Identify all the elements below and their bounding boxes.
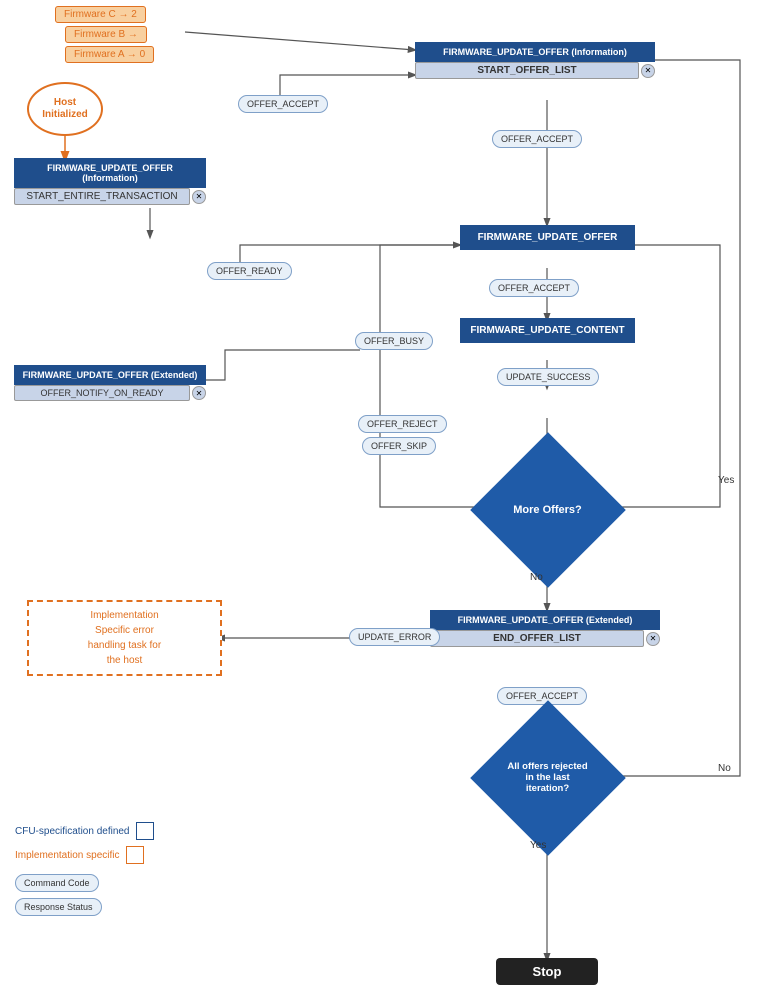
legend-cfu: CFU-specification defined [15, 822, 154, 840]
more-offers-diamond: More Offers? [490, 452, 605, 567]
end-offer-top: FIRMWARE_UPDATE_OFFER (Extended) [430, 610, 660, 630]
start-offer-icon: ✕ [641, 64, 655, 78]
no-label-2: No [718, 763, 731, 774]
offer-ready-pill: OFFER_READY [207, 262, 292, 280]
offer-accept-pill-4: OFFER_ACCEPT [497, 687, 587, 705]
firmware-update-offer-container: FIRMWARE_UPDATE_OFFER [460, 225, 635, 250]
start-offer-list-label: START_OFFER_LIST [415, 62, 639, 79]
offer-notify-label: OFFER_NOTIFY_ON_READY [14, 385, 190, 401]
legend-impl-box [126, 846, 144, 864]
legend-cfu-box [136, 822, 154, 840]
end-offer-label: END_OFFER_LIST [430, 630, 644, 647]
start-entire-top: FIRMWARE_UPDATE_OFFER (Information) [14, 158, 206, 188]
start-offer-list-container: FIRMWARE_UPDATE_OFFER (Information) STAR… [415, 42, 655, 79]
legend: CFU-specification defined Implementation… [15, 822, 154, 916]
legend-response: Response Status [15, 898, 154, 916]
firmware-a-label: Firmware A → 0 [65, 48, 154, 60]
more-offers-text: More Offers? [503, 504, 593, 516]
legend-command: Command Code [15, 874, 154, 892]
offer-accept-pill-2: OFFER_ACCEPT [492, 130, 582, 148]
offer-accept-pill-3: OFFER_ACCEPT [489, 279, 579, 297]
yes-label-2: Yes [530, 840, 546, 851]
update-error-pill: UPDATE_ERROR [349, 628, 440, 646]
offer-skip-pill: OFFER_SKIP [362, 437, 436, 455]
end-offer-list-container: FIRMWARE_UPDATE_OFFER (Extended) END_OFF… [430, 610, 660, 647]
offer-busy-pill: OFFER_BUSY [355, 332, 433, 350]
legend-response-pill: Response Status [15, 898, 102, 916]
diagram: Firmware C → 2 Firmware B → Firmware A →… [0, 0, 765, 1001]
impl-error-box: Implementation Specific error handling t… [27, 600, 222, 676]
start-entire-transaction-container: FIRMWARE_UPDATE_OFFER (Information) STAR… [14, 158, 206, 205]
legend-command-pill: Command Code [15, 874, 99, 892]
update-success-pill: UPDATE_SUCCESS [497, 368, 599, 386]
all-offers-text: All offers rejected in the last iteratio… [503, 761, 593, 794]
start-entire-label: START_ENTIRE_TRANSACTION [14, 188, 190, 205]
offer-notify-top: FIRMWARE_UPDATE_OFFER (Extended) [14, 365, 206, 385]
all-offers-diamond: All offers rejected in the last iteratio… [490, 720, 605, 835]
firmware-update-offer: FIRMWARE_UPDATE_OFFER [460, 225, 635, 250]
offer-notify-container: FIRMWARE_UPDATE_OFFER (Extended) OFFER_N… [14, 365, 206, 401]
legend-impl-label: Implementation specific [15, 850, 120, 861]
firmware-update-content: FIRMWARE_UPDATE_CONTENT [460, 318, 635, 343]
impl-error-text: Implementation Specific error handling t… [27, 600, 222, 676]
firmware-c-label: Firmware C → 2 [55, 8, 146, 20]
host-initialized-text: Host Initialized [42, 97, 88, 121]
offer-reject-pill: OFFER_REJECT [358, 415, 447, 433]
yes-label-1: Yes [718, 475, 734, 486]
legend-impl: Implementation specific [15, 846, 154, 864]
end-offer-icon: ✕ [646, 632, 660, 646]
host-initialized: Host Initialized [27, 82, 103, 136]
start-offer-list-top: FIRMWARE_UPDATE_OFFER (Information) [415, 42, 655, 62]
offer-accept-pill-1: OFFER_ACCEPT [238, 95, 328, 113]
firmware-b-label: Firmware B → [65, 28, 147, 40]
start-entire-icon: ✕ [192, 190, 206, 204]
stop-text: Stop [496, 958, 598, 985]
legend-cfu-label: CFU-specification defined [15, 826, 130, 837]
stop-box: Stop [496, 958, 598, 985]
no-label-1: No [530, 572, 543, 583]
firmware-update-content-container: FIRMWARE_UPDATE_CONTENT [460, 318, 635, 343]
offer-notify-icon: ✕ [192, 386, 206, 400]
